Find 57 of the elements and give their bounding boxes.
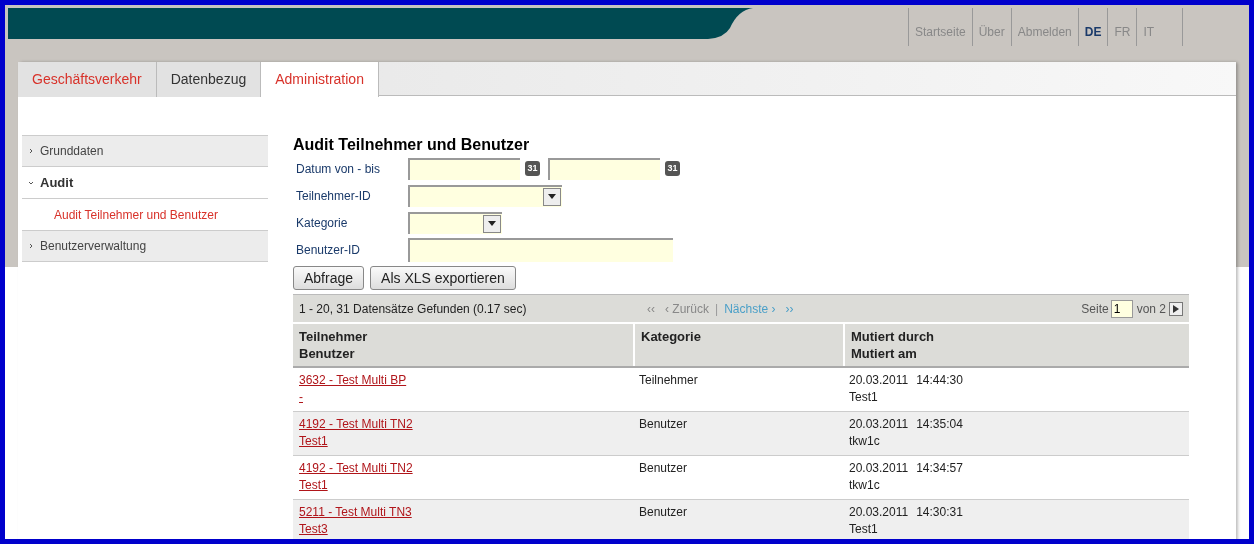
tab[interactable]: Datenbezug (156, 62, 262, 97)
chevron-down-icon (28, 179, 34, 186)
column-header: Mutiert durch Mutiert am (843, 324, 1189, 366)
time-cell: 14:44:30 (916, 372, 963, 389)
user-link[interactable]: Test1 (299, 433, 328, 450)
sidebar-item[interactable]: Grunddaten (22, 135, 268, 167)
field-label: Datum von - bis (296, 160, 382, 178)
date-cell: 20.03.2011 (849, 416, 909, 433)
field-label: Teilnehmer-ID (296, 187, 372, 205)
calendar-icon[interactable]: 31 (665, 161, 680, 176)
chevron-right-icon (28, 148, 34, 154)
result-summary: 1 - 20, 31 Datensätze Gefunden (0.17 sec) (299, 300, 528, 318)
category-cell: Benutzer (639, 461, 688, 475)
chevron-right-icon (28, 243, 34, 249)
sidebar-subitem[interactable]: Audit Teilnehmer und Benutzer (22, 199, 268, 230)
time-cell: 14:34:57 (916, 460, 963, 477)
form-button[interactable]: Als XLS exportieren (370, 266, 516, 290)
column-header: Kategorie (633, 324, 843, 366)
participant-link[interactable]: 4192 - Test Multi TN2 (299, 460, 413, 477)
column-header: Teilnehmer Benutzer (298, 328, 369, 363)
page-title: Audit Teilnehmer und Benutzer (293, 135, 531, 155)
date-cell: 20.03.2011 (849, 460, 909, 477)
text-field[interactable] (408, 237, 673, 262)
next-page-icon[interactable] (1169, 301, 1183, 316)
pager-separator: | (715, 300, 719, 318)
tab[interactable]: Geschäftsverkehr (18, 62, 157, 97)
participant-link[interactable]: 5211 - Test Multi TN3 (299, 504, 412, 521)
modified-by-cell: tkw1c (849, 477, 880, 494)
sidebar-item[interactable]: Benutzerverwaltung (22, 230, 268, 262)
modified-by-cell: Test1 (849, 389, 878, 406)
form-button[interactable]: Abfrage (293, 266, 365, 290)
time-cell: 14:30:31 (916, 504, 963, 521)
date-cell: 20.03.2011 (849, 372, 909, 389)
page-total: von 2 (1136, 300, 1166, 318)
field-label: Kategorie (296, 214, 349, 232)
dropdown-field[interactable] (408, 211, 502, 234)
category-cell: Teilnehmer (639, 373, 698, 387)
date-from-field[interactable] (408, 157, 520, 180)
calendar-icon[interactable]: 31 (525, 161, 540, 176)
header-link[interactable]: DE (1077, 8, 1108, 46)
field-label: Benutzer-ID (296, 241, 362, 259)
user-link[interactable]: - (299, 389, 303, 406)
modified-by-cell: Test1 (849, 521, 878, 538)
date-cell: 20.03.2011 (849, 504, 909, 521)
time-cell: 14:35:04 (916, 416, 963, 433)
date-to-field[interactable] (548, 157, 660, 180)
modified-by-cell: tkw1c (849, 433, 880, 450)
tab[interactable]: Administration (261, 62, 379, 97)
user-link[interactable]: Test1 (299, 477, 328, 494)
participant-link[interactable]: 4192 - Test Multi TN2 (299, 416, 413, 433)
category-cell: Benutzer (639, 417, 688, 431)
user-link[interactable]: Test3 (299, 521, 328, 538)
participant-link[interactable]: 3632 - Test Multi BP (299, 372, 407, 389)
category-cell: Benutzer (639, 505, 688, 519)
dropdown-field[interactable] (408, 184, 562, 207)
page-field[interactable]: 1 (1110, 299, 1133, 318)
page-label: Seite (1081, 300, 1109, 318)
